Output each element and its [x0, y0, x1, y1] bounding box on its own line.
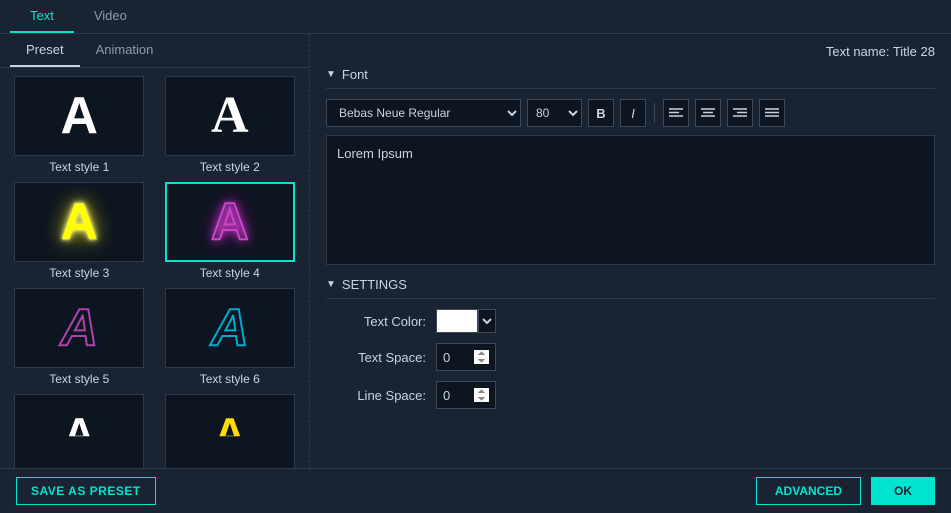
list-item[interactable]: A Text style 1: [8, 76, 151, 174]
list-item[interactable]: A Text style 8: [159, 394, 302, 468]
preset-label-6: Text style 6: [200, 372, 260, 386]
align-right-button[interactable]: [727, 99, 753, 127]
ok-button[interactable]: OK: [871, 477, 935, 505]
save-as-preset-button[interactable]: SAVE AS PRESET: [16, 477, 156, 505]
preset-label-4: Text style 4: [200, 266, 260, 280]
list-item[interactable]: A Text style 5: [8, 288, 151, 386]
font-collapse-arrow[interactable]: ▼: [326, 69, 336, 80]
sub-tab-bar: Preset Animation: [0, 34, 309, 68]
font-section-header: ▼ Font: [326, 67, 935, 89]
preset-label-3: Text style 3: [49, 266, 109, 280]
preset-thumb-7[interactable]: A: [14, 394, 144, 468]
preset-thumb-6[interactable]: A: [165, 288, 295, 368]
preset-letter-2: A: [211, 90, 249, 142]
text-name-label: Text name: Title 28: [826, 44, 935, 59]
bold-button[interactable]: B: [588, 99, 614, 127]
list-item[interactable]: A Text style 6: [159, 288, 302, 386]
presets-grid: A Text style 1 A Text style 2 A Text sty…: [0, 68, 309, 468]
text-color-swatch[interactable]: [436, 309, 478, 333]
settings-collapse-arrow[interactable]: ▼: [326, 279, 336, 290]
top-tab-bar: Text Video: [0, 0, 951, 34]
preset-thumb-8[interactable]: A: [165, 394, 295, 468]
line-space-label: Line Space:: [326, 388, 426, 403]
text-color-label: Text Color:: [326, 314, 426, 329]
main-area: Preset Animation A Text style 1 A Text s…: [0, 34, 951, 468]
preset-thumb-5[interactable]: A: [14, 288, 144, 368]
settings-section-label: SETTINGS: [342, 277, 407, 292]
text-name-row: Text name: Title 28: [326, 44, 935, 59]
bottom-bar: SAVE AS PRESET ADVANCED OK: [0, 468, 951, 513]
tab-video[interactable]: Video: [74, 0, 147, 33]
preset-thumb-3[interactable]: A: [14, 182, 144, 262]
tab-animation[interactable]: Animation: [80, 34, 170, 67]
format-divider: [654, 103, 655, 123]
preset-label-1: Text style 1: [49, 160, 109, 174]
text-color-dropdown[interactable]: ▼: [478, 309, 496, 333]
preset-letter-1: A: [60, 90, 98, 142]
list-item[interactable]: A Text style 4: [159, 182, 302, 280]
font-select[interactable]: Bebas Neue Regular: [326, 99, 521, 127]
text-space-input[interactable]: [436, 343, 496, 371]
font-size-select[interactable]: 80: [527, 99, 582, 127]
list-item[interactable]: A Text style 7: [8, 394, 151, 468]
tab-text[interactable]: Text: [10, 0, 74, 33]
right-buttons: ADVANCED OK: [756, 477, 935, 505]
right-panel: Text name: Title 28 ▼ Font Bebas Neue Re…: [310, 34, 951, 468]
preset-label-5: Text style 5: [49, 372, 109, 386]
preset-thumb-1[interactable]: A: [14, 76, 144, 156]
left-panel: Preset Animation A Text style 1 A Text s…: [0, 34, 310, 468]
text-preview[interactable]: [326, 135, 935, 265]
align-left-button[interactable]: [663, 99, 689, 127]
line-space-input[interactable]: [436, 381, 496, 409]
preset-letter-7: A: [63, 412, 95, 456]
preset-thumb-2[interactable]: A: [165, 76, 295, 156]
list-item[interactable]: A Text style 2: [159, 76, 302, 174]
preset-letter-3: A: [60, 196, 98, 248]
text-color-row: Text Color: ▼: [326, 309, 935, 333]
tab-preset[interactable]: Preset: [10, 34, 80, 67]
preset-label-2: Text style 2: [200, 160, 260, 174]
preset-thumb-4[interactable]: A: [165, 182, 295, 262]
align-justify-button[interactable]: [759, 99, 785, 127]
advanced-button[interactable]: ADVANCED: [756, 477, 861, 505]
list-item[interactable]: A Text style 3: [8, 182, 151, 280]
align-center-button[interactable]: [695, 99, 721, 127]
font-section-label: Font: [342, 67, 368, 82]
preset-letter-6: A: [211, 302, 249, 354]
text-space-row: Text Space:: [326, 343, 935, 371]
preset-letter-4: A: [211, 196, 249, 248]
preset-letter-8: A: [214, 412, 246, 456]
preset-letter-5: A: [60, 302, 98, 354]
text-space-label: Text Space:: [326, 350, 426, 365]
settings-section-header: ▼ SETTINGS: [326, 277, 935, 299]
line-space-row: Line Space:: [326, 381, 935, 409]
italic-button[interactable]: I: [620, 99, 646, 127]
font-controls: Bebas Neue Regular 80 B I: [326, 99, 935, 127]
